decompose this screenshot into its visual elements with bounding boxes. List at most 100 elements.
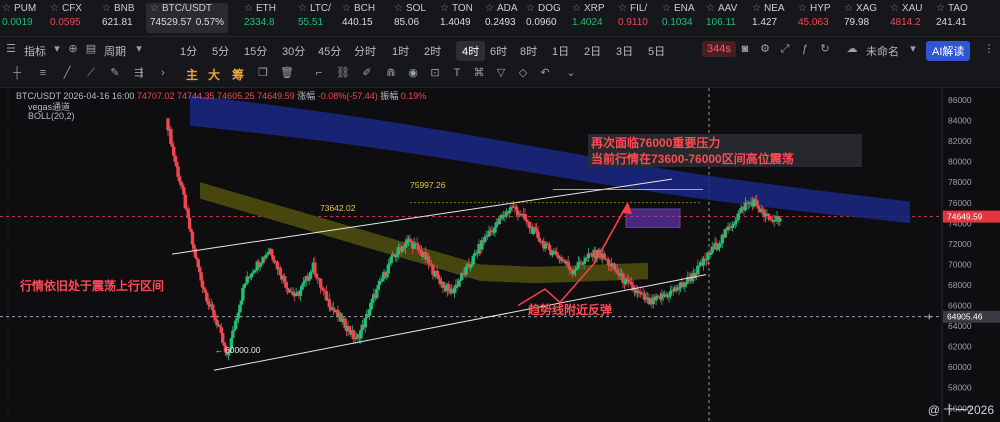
chevron-down-icon[interactable]: ⌄ — [564, 66, 578, 80]
interval-1[interactable]: 1分 — [180, 43, 197, 59]
ticker-item[interactable]: ☆ ADA 0.2493 — [485, 3, 518, 33]
chevron-down-icon[interactable]: ▾ — [906, 42, 920, 56]
undo-icon[interactable]: ↶ — [538, 66, 552, 80]
ticker-item[interactable]: ☆ FIL/0.9110 — [618, 3, 648, 33]
star-icon[interactable]: ☆ — [618, 3, 627, 14]
interval-2[interactable]: 5分 — [212, 43, 229, 59]
ticker-item[interactable]: ☆ LTC/55.51 — [298, 3, 331, 33]
trash-icon[interactable]: 🗑 — [280, 66, 294, 80]
ticker-item[interactable]: ☆ DOG 0.0960 — [526, 3, 561, 33]
star-icon[interactable]: ☆ — [298, 3, 307, 14]
interval-11[interactable]: 8时 — [520, 43, 537, 59]
ticker-item[interactable]: ☆ ETH 2334.8 — [244, 3, 276, 33]
ticker-item[interactable]: ☆ HYP 45.063 — [798, 3, 831, 33]
y-tick-label: 70000 — [948, 259, 972, 269]
star-icon[interactable]: ☆ — [394, 3, 403, 14]
ticker-item[interactable]: ☆ PUM 0.0019 — [2, 3, 36, 33]
settings-icon[interactable]: ⚙ — [758, 42, 772, 56]
interval-10[interactable]: 6时 — [490, 43, 507, 59]
star-icon[interactable]: ☆ — [662, 3, 671, 14]
ticker-item[interactable]: ☆ SOL 85.06 — [394, 3, 426, 33]
cloud-icon[interactable]: ☁ — [845, 42, 859, 56]
interval-5[interactable]: 45分 — [318, 43, 341, 59]
interval-8[interactable]: 2时 — [424, 43, 441, 59]
ruler-icon[interactable]: ✎ — [108, 66, 122, 80]
shapes-icon[interactable]: ◇ — [516, 66, 530, 80]
ticker-item[interactable]: ☆ BTC/USDT 74529.57 0.57% — [146, 3, 229, 33]
star-icon[interactable]: ☆ — [485, 3, 494, 14]
price-chart[interactable]: 5600058000600006200064000660006800070000… — [0, 88, 1000, 422]
large-order-button[interactable]: 大 — [208, 66, 220, 83]
boll-legend[interactable]: BOLL(20,2) — [28, 111, 75, 121]
fullscreen-icon[interactable]: ⤢ — [778, 42, 792, 56]
more-icon[interactable]: ⋮ — [982, 42, 996, 56]
template-icon[interactable]: ▤ — [84, 42, 98, 56]
star-icon[interactable]: ☆ — [572, 3, 581, 14]
ray-icon[interactable]: ⟋ — [84, 66, 98, 80]
star-icon[interactable]: ☆ — [150, 3, 159, 14]
indicator-icon[interactable]: ƒ — [798, 42, 812, 56]
ticker-item[interactable]: ☆ ENA 0.1034 — [662, 3, 695, 33]
ticker-item[interactable]: ☆ XRP 1.4024 — [572, 3, 605, 33]
select-icon[interactable]: ⌐ — [312, 66, 326, 80]
interval-15[interactable]: 5日 — [648, 43, 665, 59]
star-icon[interactable]: ☆ — [936, 3, 945, 14]
theme-select[interactable]: 未命名 — [866, 43, 899, 59]
star-icon[interactable]: ☆ — [706, 3, 715, 14]
trendline-icon[interactable]: ╱ — [60, 66, 74, 80]
ticker-item[interactable]: ☆ NEA 1.427 — [752, 3, 785, 33]
chevron-down-icon[interactable]: ▾ — [50, 42, 64, 56]
refresh-icon[interactable]: ↻ — [818, 42, 832, 56]
star-icon[interactable]: ☆ — [50, 3, 59, 14]
star-icon[interactable]: ☆ — [440, 3, 449, 14]
interval-13[interactable]: 2日 — [584, 43, 601, 59]
ticker-item[interactable]: ☆ CFX 0.0595 — [50, 3, 82, 33]
interval-4[interactable]: 30分 — [282, 43, 305, 59]
interval-12[interactable]: 1日 — [552, 43, 569, 59]
copy-icon[interactable]: ❐ — [256, 66, 270, 80]
main-chart-button[interactable]: 主 — [186, 66, 198, 83]
interval-9[interactable]: 4时 — [456, 41, 486, 61]
tag-icon[interactable]: ⌘ — [472, 66, 486, 80]
interval-7[interactable]: 1时 — [392, 43, 409, 59]
star-icon[interactable]: ☆ — [342, 3, 351, 14]
camera-icon[interactable]: ◙ — [738, 42, 752, 56]
fib-icon[interactable]: ⇶ — [132, 66, 146, 80]
star-icon[interactable]: ☆ — [798, 3, 807, 14]
filter-icon[interactable]: ▽ — [494, 66, 508, 80]
chevron-right-icon[interactable]: › — [156, 66, 170, 80]
ticker-item[interactable]: ☆ TON 1.4049 — [440, 3, 473, 33]
layout-icon[interactable]: ☰ — [4, 42, 18, 56]
star-icon[interactable]: ☆ — [102, 3, 111, 14]
ai-button[interactable]: AI解读 — [926, 41, 971, 61]
ticker-symbol: HYP — [809, 3, 831, 14]
link-icon[interactable]: ⛓ — [336, 66, 350, 80]
ticker-item[interactable]: ☆ XAG 79.98 — [844, 3, 877, 33]
chips-button[interactable]: 筹 — [232, 66, 244, 83]
period-button[interactable]: 周期 — [104, 43, 126, 59]
star-icon[interactable]: ☆ — [752, 3, 761, 14]
horizontal-line-icon[interactable]: ≡ — [36, 66, 50, 80]
ticker-item[interactable]: ☆ TAO 241.41 — [936, 3, 968, 33]
chevron-down-icon[interactable]: ▾ — [132, 42, 146, 56]
ticker-item[interactable]: ☆ XAU 4814.2 — [890, 3, 923, 33]
compare-icon[interactable]: ⊕ — [66, 42, 80, 56]
eye-icon[interactable]: ◉ — [406, 66, 420, 80]
magnet-icon[interactable]: ⋒ — [384, 66, 398, 80]
interval-3[interactable]: 15分 — [244, 43, 267, 59]
ticker-item[interactable]: ☆ BNB 621.81 — [102, 3, 135, 33]
star-icon[interactable]: ☆ — [844, 3, 853, 14]
crosshair-icon[interactable]: ┼ — [10, 66, 24, 80]
text-icon[interactable]: T — [450, 66, 464, 80]
star-icon[interactable]: ☆ — [526, 3, 535, 14]
lock-icon[interactable]: ⊡ — [428, 66, 442, 80]
star-icon[interactable]: ☆ — [244, 3, 253, 14]
indicator-button[interactable]: 指标 — [24, 43, 46, 59]
ticker-item[interactable]: ☆ BCH 440.15 — [342, 3, 375, 33]
interval-14[interactable]: 3日 — [616, 43, 633, 59]
ticker-item[interactable]: ☆ AAV 106.11 — [706, 3, 737, 33]
star-icon[interactable]: ☆ — [2, 3, 11, 14]
pencil-icon[interactable]: ✐ — [360, 66, 374, 80]
star-icon[interactable]: ☆ — [890, 3, 899, 14]
interval-6[interactable]: 分时 — [354, 43, 376, 59]
